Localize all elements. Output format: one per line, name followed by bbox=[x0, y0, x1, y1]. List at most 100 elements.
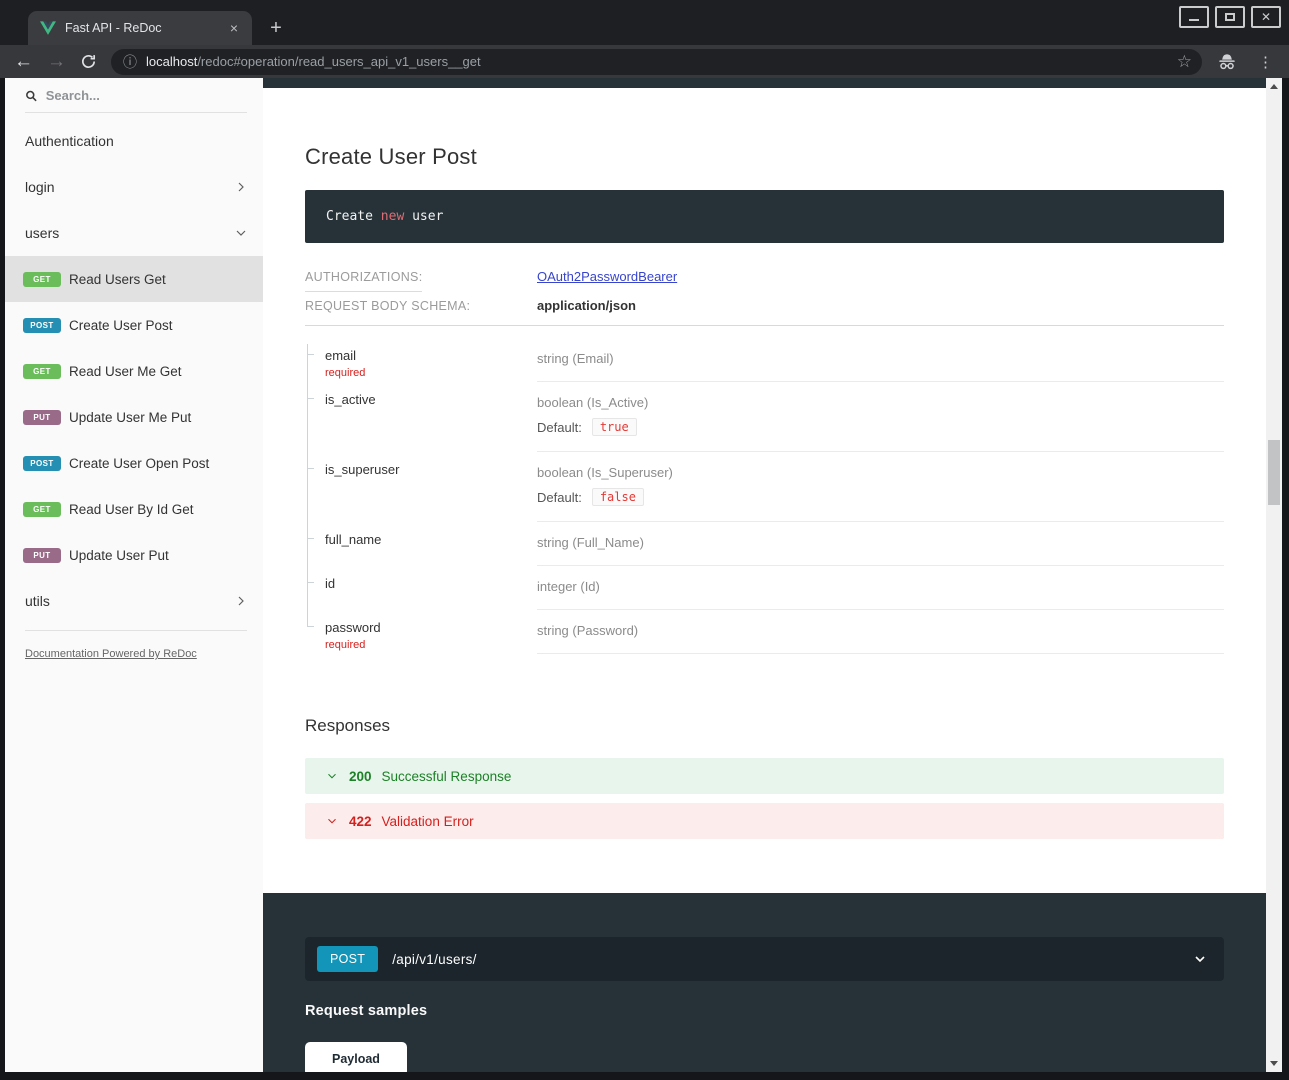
request-body-row: REQUEST BODY SCHEMA: application/json bbox=[305, 298, 1224, 326]
sidebar-item-login[interactable]: login bbox=[5, 164, 263, 210]
scrollbar-thumb[interactable] bbox=[1268, 440, 1280, 505]
sidebar-item-label: Update User Me Put bbox=[69, 410, 249, 425]
forward-button: → bbox=[47, 52, 66, 71]
minimize-button[interactable] bbox=[1179, 6, 1209, 28]
search-row bbox=[25, 88, 247, 113]
method-badge-post: POST bbox=[23, 456, 61, 471]
sidebar-item-create-user-open-post[interactable]: POST Create User Open Post bbox=[5, 440, 263, 486]
search-input[interactable] bbox=[46, 88, 247, 103]
sidebar-item-read-user-me-get[interactable]: GET Read User Me Get bbox=[5, 348, 263, 394]
field-type-cell: string (Full_Name) bbox=[537, 522, 1224, 566]
tab-close-icon[interactable]: × bbox=[226, 19, 242, 37]
sidebar-item-create-user-post[interactable]: POSTCreate User Post bbox=[5, 302, 263, 348]
new-tab-button[interactable]: + bbox=[262, 14, 290, 42]
field-name-cell: passwordrequired bbox=[325, 610, 537, 654]
sidebar-item-authentication[interactable]: Authentication bbox=[5, 118, 263, 164]
field-type: integer (Id) bbox=[537, 579, 1224, 594]
sidebar-item-label: login bbox=[25, 179, 233, 195]
sidebar-item-label: Create User Open Post bbox=[69, 456, 249, 471]
browser-menu-icon[interactable]: ⋮ bbox=[1252, 53, 1279, 71]
minimize-icon bbox=[1189, 19, 1199, 21]
field-name-cell: full_name bbox=[325, 522, 537, 566]
sidebar-item-utils[interactable]: utils bbox=[5, 578, 263, 624]
reload-button[interactable] bbox=[80, 53, 97, 70]
sidebar-item-read-users-get[interactable]: GETRead Users Get bbox=[5, 256, 263, 302]
field-name: email bbox=[325, 348, 537, 363]
sidebar-item-label: Read User By Id Get bbox=[69, 502, 249, 517]
page-info-icon[interactable]: ⓘ bbox=[123, 52, 137, 72]
tree-connector bbox=[305, 338, 325, 382]
responses-section: Responses 200Successful Response 422Valid… bbox=[305, 716, 1224, 839]
search-icon bbox=[25, 89, 38, 103]
scrollbar-down-icon[interactable] bbox=[1270, 1061, 1278, 1066]
chevron-down-icon bbox=[233, 225, 249, 241]
method-badge-put: PUT bbox=[23, 410, 61, 425]
sidebar-item-users[interactable]: users bbox=[5, 210, 263, 256]
maximize-button[interactable] bbox=[1215, 6, 1245, 28]
field-type-cell: integer (Id) bbox=[537, 566, 1224, 610]
field-default-row: Default:false bbox=[537, 488, 1224, 506]
page-scrollbar[interactable] bbox=[1266, 78, 1282, 1072]
response-code: 422 bbox=[349, 814, 372, 829]
responses-title: Responses bbox=[305, 716, 1224, 736]
main-content: Create User Post Create new user AUTHORI… bbox=[263, 78, 1266, 1072]
schema-field-id: idinteger (Id) bbox=[305, 566, 1224, 610]
default-value: true bbox=[592, 418, 637, 436]
operation-section: Create User Post Create new user AUTHORI… bbox=[263, 144, 1266, 839]
responses-list: 200Successful Response 422Validation Erro… bbox=[305, 758, 1224, 839]
bookmark-star-icon[interactable]: ☆ bbox=[1177, 52, 1192, 72]
sidebar: Authentication login users GETRead Users Ge… bbox=[5, 78, 263, 1072]
field-type-cell: boolean (Is_Active) Default: true bbox=[537, 382, 1224, 452]
incognito-icon bbox=[1216, 53, 1238, 71]
sidebar-item-update-user-me-put[interactable]: PUT Update User Me Put bbox=[5, 394, 263, 440]
authorizations-label: AUTHORIZATIONS: bbox=[305, 270, 537, 284]
endpoint-bar[interactable]: POST /api/v1/users/ bbox=[305, 937, 1224, 981]
oauth2-link[interactable]: OAuth2PasswordBearer bbox=[537, 269, 677, 284]
schema-table: emailrequiredstring (Email)is_activebool… bbox=[305, 338, 1224, 654]
close-button[interactable]: ✕ bbox=[1251, 6, 1281, 28]
tree-connector bbox=[305, 452, 325, 522]
field-name: password bbox=[325, 620, 537, 635]
endpoint-path: /api/v1/users/ bbox=[392, 952, 477, 967]
page-viewport: Authentication login users GETRead Users Ge… bbox=[0, 78, 1289, 1072]
sidebar-item-read-user-by-id-get[interactable]: GETRead User By Id Get bbox=[5, 486, 263, 532]
method-badge-get: GET bbox=[23, 364, 61, 379]
field-name: is_active bbox=[325, 392, 537, 407]
sidebar-menu: Authentication login users GETRead Users Ge… bbox=[5, 118, 263, 624]
description-post: user bbox=[404, 209, 443, 224]
sidebar-item-label: Authentication bbox=[25, 133, 249, 149]
response-banner-422[interactable]: 422Validation Error bbox=[305, 803, 1224, 839]
chevron-right-icon bbox=[233, 593, 249, 609]
sidebar-item-label: users bbox=[25, 225, 233, 241]
field-type: boolean (Is_Superuser) bbox=[537, 465, 1224, 480]
sample-tab-payload[interactable]: Payload bbox=[305, 1042, 407, 1072]
field-type: string (Password) bbox=[537, 623, 1224, 638]
tree-connector bbox=[305, 522, 325, 566]
sidebar-footer: Documentation Powered by ReDoc bbox=[25, 630, 247, 662]
scrollbar-up-icon[interactable] bbox=[1270, 84, 1278, 89]
sidebar-item-update-user-put[interactable]: PUTUpdate User Put bbox=[5, 532, 263, 578]
browser-tab[interactable]: Fast API - ReDoc × bbox=[28, 11, 252, 45]
authorizations-row: AUTHORIZATIONS: OAuth2PasswordBearer bbox=[305, 269, 1224, 284]
sidebar-item-label: Read User Me Get bbox=[69, 364, 249, 379]
redoc-footer-link[interactable]: Documentation Powered by ReDoc bbox=[25, 648, 197, 660]
description-pre: Create bbox=[326, 209, 381, 224]
request-body-label: REQUEST BODY SCHEMA: bbox=[305, 299, 537, 313]
back-button[interactable]: ← bbox=[14, 52, 33, 71]
default-label: Default: bbox=[537, 420, 582, 435]
sample-tabs: Payload bbox=[305, 1042, 1224, 1072]
response-code: 200 bbox=[349, 769, 372, 784]
address-bar[interactable]: ⓘ localhost/redoc#operation/read_users_a… bbox=[111, 49, 1202, 75]
field-type: boolean (Is_Active) bbox=[537, 395, 1224, 410]
sidebar-item-label: utils bbox=[25, 593, 233, 609]
operation-title: Create User Post bbox=[305, 144, 1224, 170]
operation-description-code: Create new user bbox=[305, 190, 1224, 243]
field-type-cell: string (Email) bbox=[537, 338, 1224, 382]
method-badge-post: POST bbox=[23, 318, 61, 333]
method-badge-put: PUT bbox=[23, 548, 61, 563]
tab-title: Fast API - ReDoc bbox=[65, 21, 217, 35]
field-name-cell: is_active bbox=[325, 382, 537, 452]
close-icon: ✕ bbox=[1261, 11, 1271, 23]
required-label: required bbox=[325, 367, 537, 379]
response-banner-200[interactable]: 200Successful Response bbox=[305, 758, 1224, 794]
